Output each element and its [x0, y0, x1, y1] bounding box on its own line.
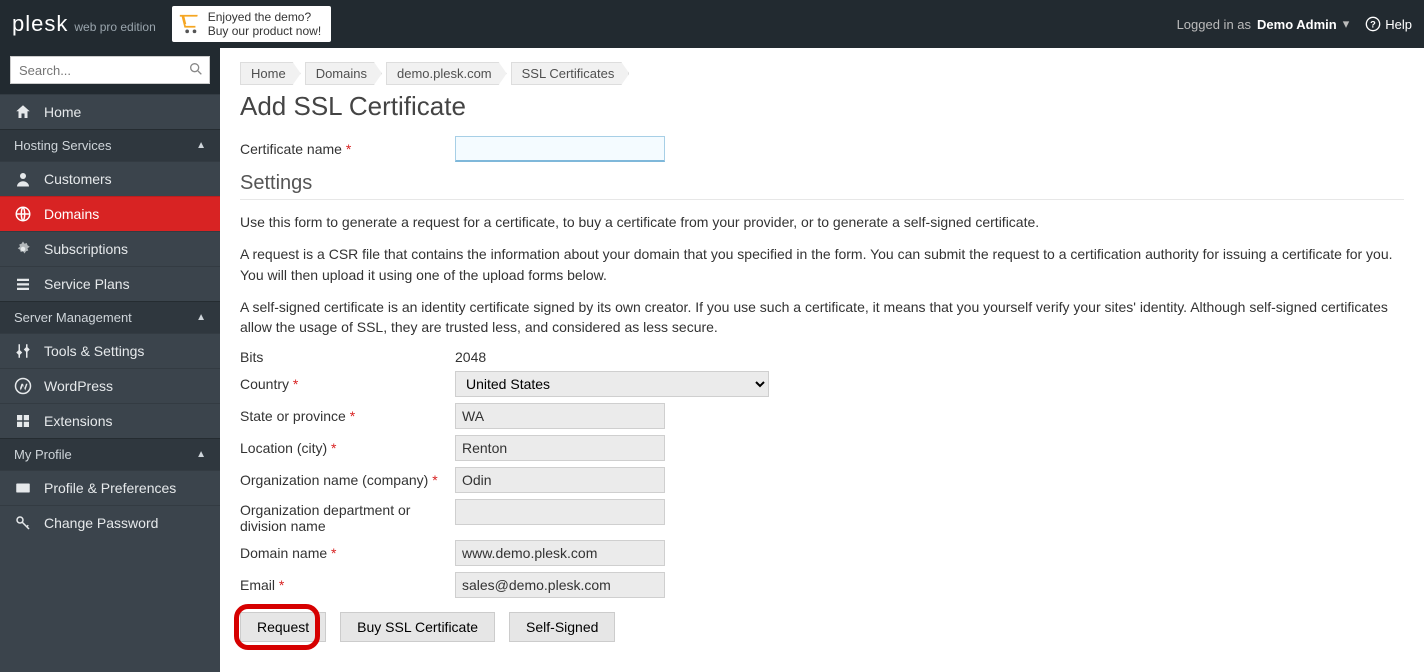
- buy-ssl-button[interactable]: Buy SSL Certificate: [340, 612, 495, 642]
- tools-icon: [14, 342, 32, 360]
- sidebar-item-label: Extensions: [44, 413, 112, 429]
- country-select[interactable]: United States: [455, 371, 769, 397]
- logged-in-label: Logged in as: [1177, 17, 1251, 32]
- promo-line2: Buy our product now!: [208, 24, 321, 38]
- globe-icon: [14, 205, 32, 223]
- org-label: Organization name (company): [240, 472, 428, 488]
- org-input[interactable]: [455, 467, 665, 493]
- sidebar-group-server[interactable]: Server Management ▲: [0, 301, 220, 333]
- promo-line1: Enjoyed the demo?: [208, 10, 321, 24]
- bits-value: 2048: [455, 349, 486, 365]
- email-label: Email: [240, 577, 275, 593]
- cart-icon: [178, 13, 200, 35]
- breadcrumb: Home Domains demo.plesk.com SSL Certific…: [240, 62, 1404, 85]
- logo-subtext: web pro edition: [74, 20, 155, 34]
- request-button[interactable]: Request: [240, 612, 326, 642]
- caret-down-icon: ▾: [1343, 16, 1350, 32]
- city-input[interactable]: [455, 435, 665, 461]
- user-icon: [14, 170, 32, 188]
- sidebar-item-label: Tools & Settings: [44, 343, 144, 359]
- home-icon: [14, 103, 32, 121]
- svg-text:?: ?: [1370, 19, 1376, 29]
- domain-input[interactable]: [455, 540, 665, 566]
- sidebar-item-label: Home: [44, 104, 81, 120]
- chevron-up-icon: ▲: [196, 449, 206, 460]
- search-icon[interactable]: [188, 61, 204, 77]
- sidebar-item-wordpress[interactable]: WordPress: [0, 368, 220, 403]
- search-input[interactable]: [10, 56, 210, 84]
- required-marker: *: [279, 577, 284, 593]
- sidebar-item-label: Change Password: [44, 515, 158, 531]
- logo[interactable]: plesk web pro edition: [12, 11, 156, 37]
- key-icon: [14, 514, 32, 532]
- sidebar-item-label: Domains: [44, 206, 99, 222]
- sidebar-group-label: Server Management: [14, 310, 132, 325]
- sidebar-item-label: Subscriptions: [44, 241, 128, 257]
- sidebar-item-label: Profile & Preferences: [44, 480, 176, 496]
- required-marker: *: [293, 376, 298, 392]
- logo-text: plesk: [12, 11, 68, 37]
- dept-label: Organization department or division name: [240, 499, 455, 534]
- user-info[interactable]: Logged in as Demo Admin ▾: [1177, 16, 1350, 32]
- page-title: Add SSL Certificate: [240, 91, 1404, 122]
- divider: [240, 199, 1404, 200]
- chevron-up-icon: ▲: [196, 140, 206, 151]
- self-signed-button[interactable]: Self-Signed: [509, 612, 615, 642]
- help-link[interactable]: ? Help: [1365, 16, 1412, 32]
- sidebar-group-hosting[interactable]: Hosting Services ▲: [0, 129, 220, 161]
- breadcrumb-item[interactable]: Domains: [305, 62, 382, 85]
- sidebar-item-customers[interactable]: Customers: [0, 161, 220, 196]
- username: Demo Admin: [1257, 17, 1337, 32]
- puzzle-icon: [14, 412, 32, 430]
- sidebar-item-profile-prefs[interactable]: Profile & Preferences: [0, 470, 220, 505]
- top-bar: plesk web pro edition Enjoyed the demo? …: [0, 0, 1424, 48]
- promo-banner[interactable]: Enjoyed the demo? Buy our product now!: [172, 6, 331, 43]
- sidebar-item-extensions[interactable]: Extensions: [0, 403, 220, 438]
- breadcrumb-item[interactable]: SSL Certificates: [511, 62, 630, 85]
- sidebar-item-home[interactable]: Home: [0, 94, 220, 129]
- breadcrumb-item[interactable]: Home: [240, 62, 301, 85]
- state-input[interactable]: [455, 403, 665, 429]
- sidebar-item-label: Customers: [44, 171, 112, 187]
- sidebar-item-service-plans[interactable]: Service Plans: [0, 266, 220, 301]
- dept-input[interactable]: [455, 499, 665, 525]
- sidebar-item-tools[interactable]: Tools & Settings: [0, 333, 220, 368]
- help-icon: ?: [1365, 16, 1381, 32]
- sidebar-item-label: Service Plans: [44, 276, 130, 292]
- main-content: Home Domains demo.plesk.com SSL Certific…: [220, 48, 1424, 672]
- cert-name-label: Certificate name: [240, 141, 342, 157]
- chevron-up-icon: ▲: [196, 312, 206, 323]
- card-icon: [14, 479, 32, 497]
- gear-icon: [14, 240, 32, 258]
- wordpress-icon: [14, 377, 32, 395]
- sidebar-group-label: My Profile: [14, 447, 72, 462]
- sidebar-group-label: Hosting Services: [14, 138, 112, 153]
- required-marker: *: [432, 472, 437, 488]
- settings-para2: A request is a CSR file that contains th…: [240, 244, 1404, 285]
- list-icon: [14, 275, 32, 293]
- sidebar-item-subscriptions[interactable]: Subscriptions: [0, 231, 220, 266]
- state-label: State or province: [240, 408, 346, 424]
- help-label: Help: [1385, 17, 1412, 32]
- required-marker: *: [350, 408, 355, 424]
- email-input[interactable]: [455, 572, 665, 598]
- required-marker: *: [331, 545, 336, 561]
- required-marker: *: [331, 440, 336, 456]
- bits-label: Bits: [240, 349, 455, 365]
- sidebar-item-change-password[interactable]: Change Password: [0, 505, 220, 540]
- cert-name-input[interactable]: [455, 136, 665, 162]
- sidebar: Home Hosting Services ▲ Customers Domain…: [0, 48, 220, 672]
- settings-heading: Settings: [240, 172, 1404, 195]
- sidebar-item-label: WordPress: [44, 378, 113, 394]
- sidebar-item-domains[interactable]: Domains: [0, 196, 220, 231]
- settings-para3: A self-signed certificate is an identity…: [240, 297, 1404, 338]
- domain-label: Domain name: [240, 545, 327, 561]
- sidebar-group-profile[interactable]: My Profile ▲: [0, 438, 220, 470]
- required-marker: *: [346, 141, 351, 157]
- breadcrumb-item[interactable]: demo.plesk.com: [386, 62, 507, 85]
- settings-para1: Use this form to generate a request for …: [240, 212, 1404, 232]
- country-label: Country: [240, 376, 289, 392]
- city-label: Location (city): [240, 440, 327, 456]
